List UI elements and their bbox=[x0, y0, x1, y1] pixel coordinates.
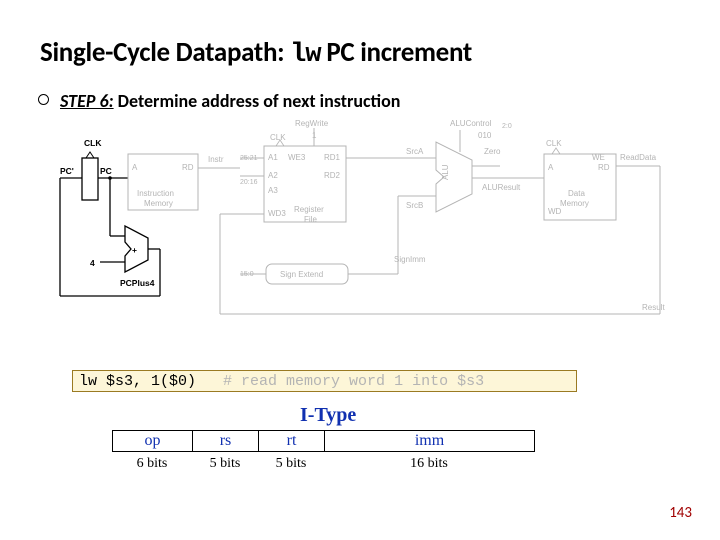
alucontrol: ALUControl bbox=[450, 119, 492, 128]
signimm: SignImm bbox=[394, 255, 426, 264]
regfile-label2: File bbox=[304, 215, 317, 224]
bullet-icon bbox=[38, 94, 49, 105]
alu-label: ALU bbox=[441, 164, 450, 180]
instr-label: Instr bbox=[208, 155, 224, 164]
instr-mem-label: Instruction bbox=[137, 189, 174, 198]
instr-mem-label2: Memory bbox=[144, 199, 173, 208]
we3: WE3 bbox=[288, 153, 306, 162]
rd-port: RD bbox=[182, 163, 194, 172]
step-label: STEP 6: bbox=[60, 90, 114, 112]
bits-rt: 5 bits bbox=[258, 456, 324, 472]
regwrite: RegWrite bbox=[295, 119, 329, 128]
bits-rs: 5 bits bbox=[192, 456, 258, 472]
clk-label: CLK bbox=[84, 138, 102, 148]
clk3: CLK bbox=[546, 139, 562, 148]
datapath-diagram: CLK PC' PC A RD Instruction Memory Instr… bbox=[40, 118, 680, 328]
regfile-label: Register bbox=[294, 205, 324, 214]
a2: A2 bbox=[268, 171, 278, 180]
itype-table: op rs rt imm bbox=[112, 430, 535, 452]
step-text: Determine address of next instruction bbox=[114, 90, 401, 112]
title-mono: lw bbox=[290, 40, 320, 70]
datamem2: Memory bbox=[560, 199, 589, 208]
rd1: RD1 bbox=[324, 153, 341, 162]
we-dm: WE bbox=[592, 153, 605, 162]
clk2: CLK bbox=[270, 133, 286, 142]
datamem: Data bbox=[568, 189, 585, 198]
plus-icon: + bbox=[132, 245, 137, 255]
rd-dm: RD bbox=[598, 163, 610, 172]
bits-imm: 16 bits bbox=[324, 456, 534, 472]
itype-op: op bbox=[113, 431, 193, 452]
readdata: ReadData bbox=[620, 153, 657, 162]
code-comment: # read memory word 1 into $s3 bbox=[196, 373, 484, 390]
four: 4 bbox=[90, 258, 95, 268]
title-suffix: PC increment bbox=[321, 36, 472, 69]
code-box: lw $s3, 1($0) # read memory word 1 into … bbox=[72, 370, 577, 392]
page-number: 143 bbox=[669, 504, 692, 522]
itype-label: I-Type bbox=[300, 404, 356, 427]
rd2: RD2 bbox=[324, 171, 341, 180]
code-instruction: lw $s3, 1($0) bbox=[79, 373, 196, 390]
itype-rt: rt bbox=[259, 431, 325, 452]
a-dm: A bbox=[548, 163, 554, 172]
step-line: STEP 6: Determine address of next instru… bbox=[60, 90, 400, 112]
pc-label: PC bbox=[100, 166, 112, 176]
alucontrol-val: 010 bbox=[478, 131, 492, 140]
title-prefix: Single-Cycle Datapath: bbox=[40, 36, 290, 69]
a-port: A bbox=[132, 163, 138, 172]
wd-dm: WD bbox=[548, 207, 562, 216]
wd3: WD3 bbox=[268, 209, 286, 218]
a3: A3 bbox=[268, 186, 278, 195]
signext: Sign Extend bbox=[280, 270, 323, 279]
a1: A1 bbox=[268, 153, 278, 162]
itype-imm: imm bbox=[325, 431, 535, 452]
itype-bits-row: 6 bits 5 bits 5 bits 16 bits bbox=[112, 456, 534, 472]
zero: Zero bbox=[484, 147, 501, 156]
srca: SrcA bbox=[406, 147, 424, 156]
srcb: SrcB bbox=[406, 201, 423, 210]
alucontrol-sub: 2:0 bbox=[502, 123, 512, 130]
pcplus4: PCPlus4 bbox=[120, 278, 155, 288]
bits-op: 6 bits bbox=[112, 456, 192, 472]
itype-rs: rs bbox=[193, 431, 259, 452]
aluresult: ALUResult bbox=[482, 183, 521, 192]
page-title: Single-Cycle Datapath: lw PC increment bbox=[40, 36, 472, 70]
bits2016: 20:16 bbox=[240, 179, 258, 186]
result: Result bbox=[642, 303, 665, 312]
pcprime-label: PC' bbox=[60, 166, 74, 176]
